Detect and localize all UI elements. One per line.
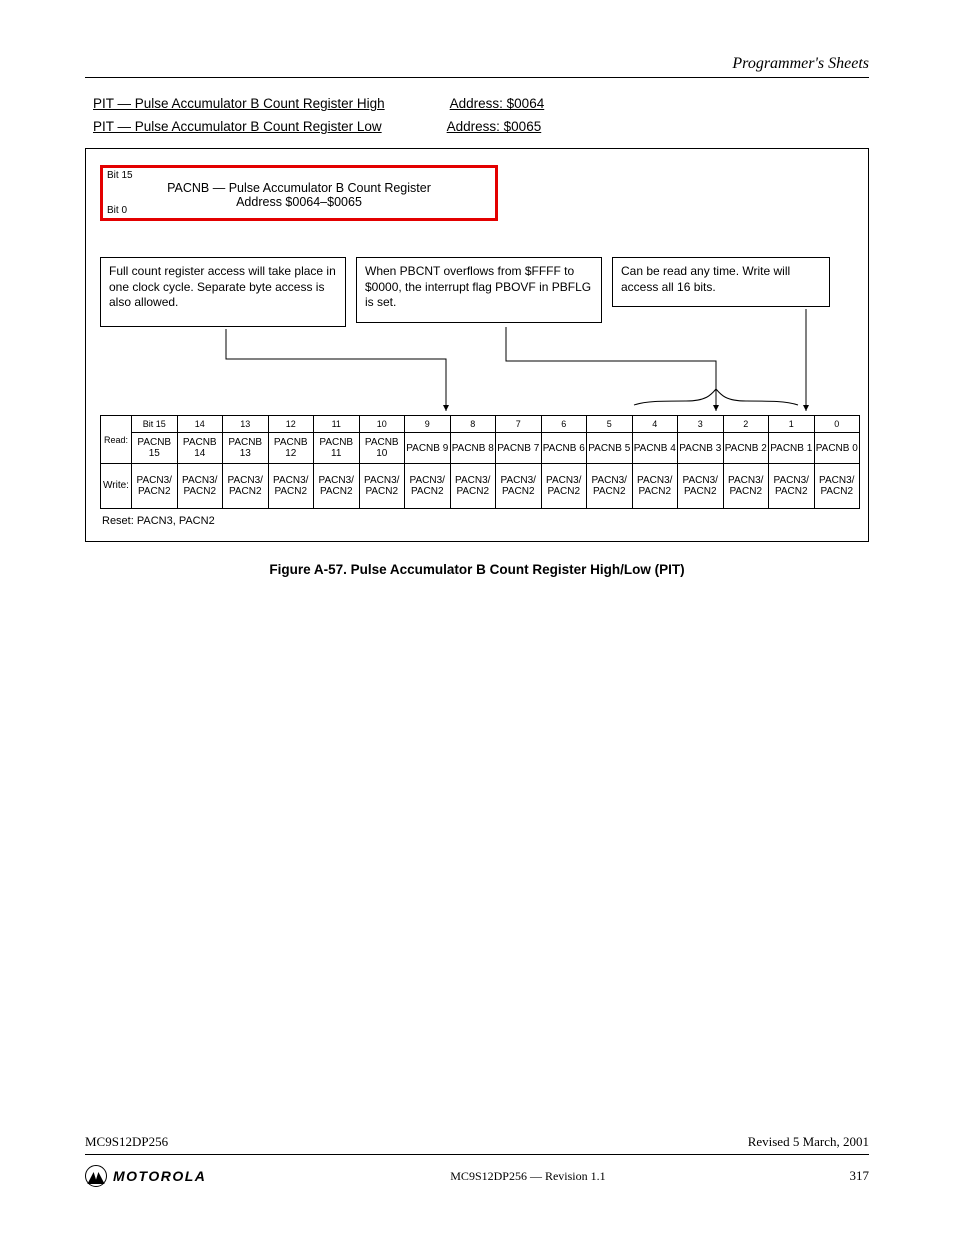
motorola-icon [85,1165,107,1187]
bit-num: 11 [314,416,360,433]
reg-addr-2: Address: $0065 [447,119,542,134]
bit-rw: PACN3/ PACN2 [450,464,496,509]
description-row: Full count register access will take pla… [100,257,860,327]
bit-num: 0 [814,416,860,433]
bit-name: PACNB 4 [632,433,678,464]
figure-caption: Figure A-57. Pulse Accumulator B Count R… [85,562,869,577]
motorola-logo: MOTOROLA [85,1165,206,1187]
bit-name: PACNB 12 [268,433,314,464]
bit-name: PACNB 3 [678,433,724,464]
bit-num: 3 [678,416,724,433]
bit-name: PACNB 7 [496,433,542,464]
desc-box-a: Full count register access will take pla… [100,257,346,327]
bit-rw: PACN3/ PACN2 [632,464,678,509]
bit-table: Read: Bit 1514131211109876543210 PACNB 1… [100,415,860,509]
bit-rw: PACN3/ PACN2 [268,464,314,509]
bit-hi-label: Bit 15 [107,170,133,181]
bit-num: 9 [405,416,451,433]
bit-rw: PACN3/ PACN2 [405,464,451,509]
bit-name: PACNB 15 [132,433,178,464]
footer-page: 317 [849,1168,869,1184]
bit-num: 7 [496,416,542,433]
register-name-row-1: PIT — Pulse Accumulator B Count Register… [93,96,869,111]
bit-name: PACNB 5 [587,433,633,464]
bit-num: 5 [587,416,633,433]
desc-box-b: When PBCNT overflows from $FFFF to $0000… [356,257,602,323]
reg-name-1: PIT — Pulse Accumulator B Count Register… [93,96,385,111]
bit-rw: PACN3/ PACN2 [496,464,542,509]
reset-line: Reset: PACN3, PACN2 [102,515,860,527]
page: Programmer's Sheets PIT — Pulse Accumula… [85,55,869,1180]
desc-box-c: Can be read any time. Write will access … [612,257,830,307]
bit-rw: PACN3/ PACN2 [314,464,360,509]
bit-rw: PACN3/ PACN2 [132,464,178,509]
bit-rw: PACN3/ PACN2 [678,464,724,509]
bit-name: PACNB 6 [541,433,587,464]
bit-lo-label: Bit 0 [107,205,127,216]
bit-num: 14 [177,416,223,433]
bit-rw: PACN3/ PACN2 [359,464,405,509]
bit-num: Bit 15 [132,416,178,433]
footer-center: MC9S12DP256 — Revision 1.1 [450,1169,605,1184]
bit-name: PACNB 8 [450,433,496,464]
bit-name: PACNB 11 [314,433,360,464]
reg-name-2: PIT — Pulse Accumulator B Count Register… [93,119,382,134]
side-label-write: Write: [101,464,132,509]
bit-rw: PACN3/ PACN2 [587,464,633,509]
bit-rw: PACN3/ PACN2 [723,464,769,509]
bit-rw: PACN3/ PACN2 [541,464,587,509]
highlight-text: PACNB — Pulse Accumulator B Count Regist… [103,168,495,210]
footer-doc-id: MC9S12DP256 [85,1134,168,1150]
bit-num: 12 [268,416,314,433]
bit-rw: PACN3/ PACN2 [177,464,223,509]
side-label-read: Read: [101,416,132,464]
bit-name: PACNB 14 [177,433,223,464]
bit-name: PACNB 1 [769,433,815,464]
bit-name: PACNB 13 [223,433,269,464]
bit-num: 8 [450,416,496,433]
footer-rule [85,1154,869,1155]
highlight-box: Bit 15 Bit 0 PACNB — Pulse Accumulator B… [100,165,498,221]
bit-name: PACNB 0 [814,433,860,464]
header-rule [85,77,869,78]
bit-num: 10 [359,416,405,433]
bit-num: 4 [632,416,678,433]
bit-num: 13 [223,416,269,433]
bit-num: 2 [723,416,769,433]
page-footer: MC9S12DP256 Revised 5 March, 2001 MOTORO… [85,1134,869,1187]
bit-name: PACNB 2 [723,433,769,464]
bit-num: 1 [769,416,815,433]
bit-name: PACNB 9 [405,433,451,464]
running-header: Programmer's Sheets [85,55,869,73]
reg-addr-1: Address: $0064 [450,96,545,111]
bit-rw: PACN3/ PACN2 [223,464,269,509]
bit-num: 6 [541,416,587,433]
footer-rev: Revised 5 March, 2001 [748,1134,869,1150]
register-name-row-2: PIT — Pulse Accumulator B Count Register… [93,119,869,134]
bit-name: PACNB 10 [359,433,405,464]
register-diagram: Bit 15 Bit 0 PACNB — Pulse Accumulator B… [85,148,869,542]
bit-rw: PACN3/ PACN2 [814,464,860,509]
bit-rw: PACN3/ PACN2 [769,464,815,509]
